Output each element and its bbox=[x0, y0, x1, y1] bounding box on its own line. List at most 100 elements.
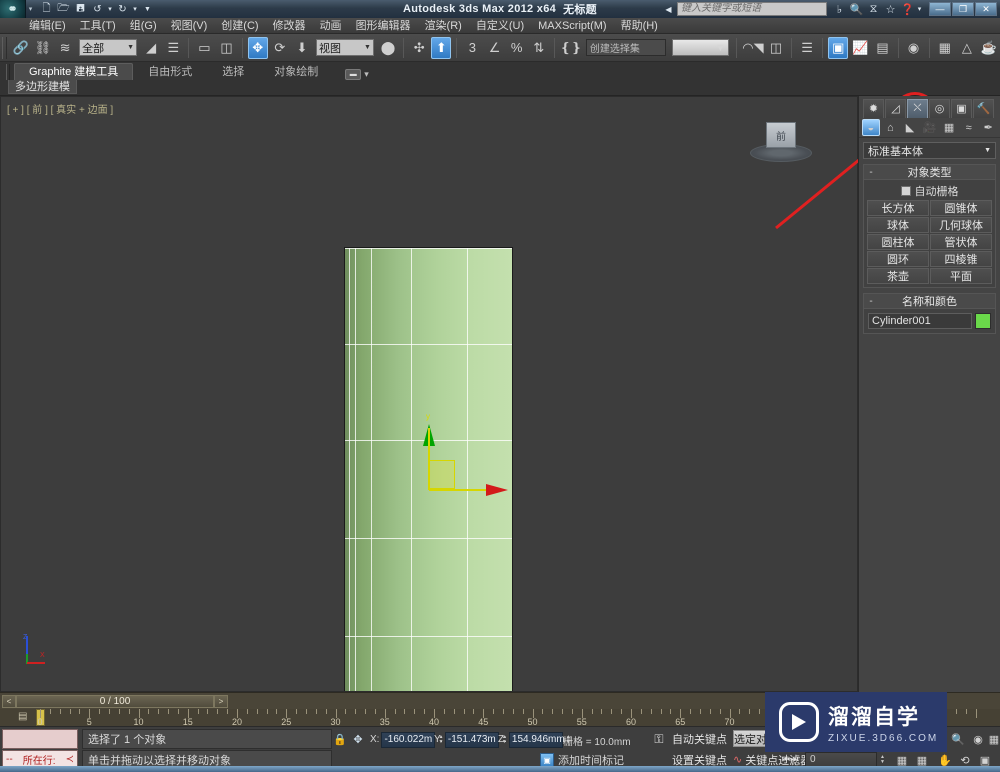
open-mini-curve-editor-icon[interactable]: ▤ bbox=[18, 711, 27, 722]
coord-z-field[interactable]: 154.946mm bbox=[508, 731, 565, 748]
zoom-icon[interactable]: 🔍 bbox=[949, 730, 967, 748]
select-and-scale-icon[interactable]: ⬇ bbox=[292, 37, 312, 59]
object-color-swatch[interactable] bbox=[975, 313, 991, 329]
open-file-icon[interactable]: 🗁 bbox=[56, 2, 71, 17]
time-slider[interactable]: 0 / 100 bbox=[16, 694, 214, 708]
exchange-icon[interactable]: ⧖ bbox=[865, 1, 882, 17]
align-icon[interactable]: ◫ bbox=[766, 37, 786, 59]
schematic-view-icon[interactable]: ▤ bbox=[872, 37, 892, 59]
ribbon-minimize-caret-icon[interactable]: ▾ bbox=[364, 69, 369, 80]
ribbon-grip[interactable] bbox=[6, 64, 10, 80]
menu-item-modifiers[interactable]: 修改器 bbox=[266, 18, 313, 34]
redo-dropdown-icon[interactable]: ▾ bbox=[132, 2, 138, 17]
menu-item-graph-editors[interactable]: 图形编辑器 bbox=[349, 18, 418, 34]
binoculars-icon[interactable]: ♭ bbox=[831, 1, 848, 17]
undo-icon[interactable]: ↺ bbox=[90, 2, 105, 17]
menu-item-group[interactable]: 组(G) bbox=[123, 18, 164, 34]
create-tab[interactable]: ✹ bbox=[863, 98, 884, 118]
minimize-button[interactable]: — bbox=[929, 2, 951, 16]
auto-key-button[interactable]: 自动关键点 bbox=[672, 730, 727, 747]
utilities-tab[interactable]: 🔨 bbox=[973, 98, 994, 118]
graphite-modeling-toggle-icon[interactable]: ▣ bbox=[828, 36, 849, 59]
close-button[interactable]: ✕ bbox=[975, 2, 997, 16]
tab-freeform[interactable]: 自由形式 bbox=[133, 63, 207, 80]
cameras-icon[interactable]: 🎥 bbox=[921, 119, 939, 136]
coord-z[interactable]: Z: 154.946mm ▲ ▼ bbox=[498, 731, 572, 748]
rollout-collapse-icon[interactable]: - bbox=[864, 296, 878, 307]
lights-icon[interactable]: ◣ bbox=[901, 119, 919, 136]
viewport-label[interactable]: [ + ] [ 前 ] [ 真实 + 边面 ] bbox=[7, 101, 113, 116]
coord-x-field[interactable]: -160.022m bbox=[381, 731, 436, 748]
create-cone-button[interactable]: 圆锥体 bbox=[930, 200, 992, 216]
tab-selection[interactable]: 选择 bbox=[207, 63, 259, 80]
select-and-rotate-icon[interactable]: ⟳ bbox=[270, 37, 290, 59]
customize-qat-icon[interactable]: ▼ bbox=[140, 2, 155, 17]
select-and-link-icon[interactable]: 🔗 bbox=[11, 37, 31, 59]
render-production-icon[interactable]: ☕ bbox=[979, 37, 999, 59]
coord-y-field[interactable]: -151.473m bbox=[444, 731, 499, 748]
edit-named-selection-sets-icon[interactable]: ❴❵ bbox=[560, 37, 582, 59]
ribbon-panel-polygon-modeling[interactable]: 多边形建模 bbox=[8, 80, 77, 94]
menu-item-views[interactable]: 视图(V) bbox=[164, 18, 215, 34]
previous-frame-button[interactable]: < bbox=[2, 694, 16, 708]
tab-graphite-modeling-tools[interactable]: Graphite 建模工具 bbox=[14, 63, 134, 80]
create-tube-button[interactable]: 管状体 bbox=[930, 234, 992, 250]
gizmo-x-axis-arrow-icon[interactable] bbox=[486, 484, 508, 496]
object-type-rollout-header[interactable]: - 对象类型 bbox=[864, 165, 995, 180]
view-cube[interactable]: 前 bbox=[750, 122, 812, 166]
undo-dropdown-icon[interactable]: ▾ bbox=[107, 2, 113, 17]
layer-manager-icon[interactable]: ☰ bbox=[797, 37, 817, 59]
menu-item-create[interactable]: 创建(C) bbox=[214, 18, 265, 34]
menu-item-animation[interactable]: 动画 bbox=[313, 18, 349, 34]
toolbar-grip[interactable] bbox=[2, 36, 7, 59]
bind-to-space-warp-icon[interactable]: ≋ bbox=[55, 37, 75, 59]
autogrid-checkbox[interactable] bbox=[900, 185, 911, 196]
new-file-icon[interactable]: 🗋 bbox=[39, 2, 54, 17]
name-color-rollout-header[interactable]: - 名称和颜色 bbox=[864, 294, 995, 309]
category-dropdown[interactable]: 标准基本体 ▼ bbox=[863, 142, 996, 159]
next-frame-button[interactable]: > bbox=[214, 694, 228, 708]
mirror-icon[interactable]: ◠◥ bbox=[742, 37, 764, 59]
unlink-selection-icon[interactable]: ⛓ bbox=[33, 37, 53, 59]
application-menu-button[interactable]: ⚭ bbox=[0, 0, 26, 18]
redo-icon[interactable]: ↻ bbox=[115, 2, 130, 17]
gizmo-x-axis-line[interactable] bbox=[429, 489, 491, 491]
snaps-toggle-icon[interactable]: 3 bbox=[462, 37, 482, 59]
percent-snap-toggle-icon[interactable]: % bbox=[507, 37, 527, 59]
hierarchy-tab[interactable]: ⛌ bbox=[907, 98, 928, 118]
selection-filter-dropdown[interactable]: 全部 ▼ bbox=[79, 39, 138, 56]
gizmo-xy-plane-handle[interactable] bbox=[429, 460, 455, 489]
render-setup-icon[interactable]: ▦ bbox=[935, 37, 955, 59]
create-geosphere-button[interactable]: 几何球体 bbox=[930, 217, 992, 233]
use-pivot-point-center-icon[interactable]: ⬤ bbox=[378, 37, 398, 59]
systems-icon[interactable]: ✒ bbox=[979, 119, 997, 136]
favorite-star-icon[interactable]: ☆ bbox=[882, 1, 899, 17]
material-editor-icon[interactable]: ◉ bbox=[904, 37, 924, 59]
reference-coordinate-system-dropdown[interactable]: 视图 ▼ bbox=[315, 39, 374, 56]
modify-tab[interactable]: ◿ bbox=[885, 98, 906, 118]
move-gizmo[interactable]: y bbox=[420, 412, 520, 500]
current-frame-field[interactable]: 0 bbox=[805, 752, 877, 767]
spinner-snap-toggle-icon[interactable]: ⇅ bbox=[529, 37, 549, 59]
create-pyramid-button[interactable]: 四棱锥 bbox=[930, 251, 992, 267]
menu-item-rendering[interactable]: 渲染(R) bbox=[418, 18, 469, 34]
named-selection-set-input[interactable]: 创建选择集 bbox=[585, 39, 667, 56]
menu-item-maxscript[interactable]: MAXScript(M) bbox=[531, 18, 613, 34]
menu-item-help[interactable]: 帮助(H) bbox=[614, 18, 665, 34]
angle-snap-toggle-icon[interactable]: ∠ bbox=[484, 37, 504, 59]
rollout-collapse-icon[interactable]: - bbox=[864, 167, 878, 178]
select-and-manipulate-icon[interactable]: ✣ bbox=[409, 37, 429, 59]
rectangular-select-region-icon[interactable]: ▭ bbox=[194, 37, 214, 59]
create-teapot-button[interactable]: 茶壶 bbox=[867, 268, 929, 284]
create-sphere-button[interactable]: 球体 bbox=[867, 217, 929, 233]
create-cylinder-button[interactable]: 圆柱体 bbox=[867, 234, 929, 250]
display-tab[interactable]: ▣ bbox=[951, 98, 972, 118]
search-input[interactable]: 键入关键字或短语 bbox=[677, 2, 827, 16]
helpers-icon[interactable]: ▦ bbox=[940, 119, 958, 136]
maximize-button[interactable]: ❐ bbox=[952, 2, 974, 16]
object-name-input[interactable]: Cylinder001 bbox=[868, 313, 972, 329]
named-selection-set-dropdown[interactable]: ▼ bbox=[672, 39, 729, 56]
autogrid-row[interactable]: 自动栅格 bbox=[867, 183, 992, 198]
menu-item-customize[interactable]: 自定义(U) bbox=[469, 18, 531, 34]
select-and-move-icon[interactable]: ✥ bbox=[247, 36, 268, 59]
